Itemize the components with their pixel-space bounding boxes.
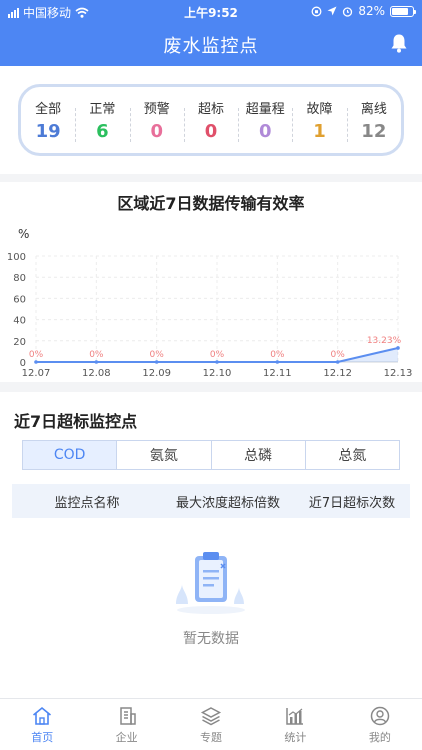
- data-label: 0%: [331, 350, 346, 360]
- data-label: 0%: [29, 350, 44, 360]
- bell-icon[interactable]: [388, 32, 410, 54]
- transmission-chart-card: 区域近7日数据传输有效率 % 0 20 40 60 80 100 12.07 12.08 12.0…: [0, 182, 422, 382]
- y-tick-label: 60: [13, 294, 26, 305]
- data-point: [215, 360, 219, 364]
- y-axis-unit: %: [18, 227, 29, 241]
- stat-value: 6: [96, 121, 109, 142]
- alarm-icon: [343, 6, 353, 17]
- nav-item-topics[interactable]: 专题: [169, 699, 253, 750]
- data-point: [94, 360, 99, 364]
- bottom-navigation: 首页 企业 专题 统计 我的: [0, 698, 422, 750]
- summary-section: 全部 19 正常 6 预警 0 超标 0 超量程 0 故障 1 离线 12: [0, 66, 422, 174]
- stat-value: 12: [361, 121, 387, 142]
- exceed-section: 近7日超标监控点 COD 氨氮 总磷 总氮 监控点名称 最大浓度超标倍数 近7日超标次…: [0, 392, 422, 698]
- tab-pollutant[interactable]: COD: [23, 441, 117, 469]
- data-point: [154, 360, 159, 364]
- data-label: 13.23%: [367, 336, 402, 346]
- empty-text: 暂无数据: [183, 631, 239, 647]
- stat-value: 0: [204, 121, 218, 142]
- data-point: [34, 360, 38, 364]
- nav-item-statistics[interactable]: 统计: [253, 699, 337, 750]
- data-point: [275, 360, 280, 364]
- x-tick-label: 12.08: [82, 368, 111, 379]
- orientation-lock-icon: [311, 6, 322, 16]
- nav-item-mine[interactable]: 我的: [338, 699, 422, 750]
- nav-item-home[interactable]: 首页: [0, 699, 84, 750]
- home-icon: [33, 706, 52, 725]
- building-icon: [119, 706, 136, 725]
- page-title: 废水监控点: [163, 36, 259, 57]
- layers-icon: [200, 706, 222, 725]
- status-summary: 全部 19 正常 6 预警 0 超标 0 超量程 0 故障 1 离线 12: [18, 84, 404, 156]
- data-label: 0%: [150, 350, 165, 360]
- stat-label: 超标: [197, 102, 224, 117]
- nav-item-company[interactable]: 企业: [84, 699, 168, 750]
- x-tick-label: 12.07: [22, 368, 51, 379]
- status-bar: 中国移动 上午9:52 82%: [0, 0, 422, 22]
- empty-clipboard-icon: [176, 552, 245, 614]
- stat-label: 正常: [89, 102, 116, 117]
- stat-item[interactable]: 离线 12: [346, 98, 401, 142]
- x-tick-label: 12.12: [323, 368, 352, 379]
- x-tick-label: 12.11: [263, 368, 292, 379]
- tab-pollutant[interactable]: 总氮: [304, 441, 399, 469]
- chart-icon: [286, 707, 304, 725]
- column-header-count: 近7日超标次数: [308, 495, 396, 511]
- section-title: 近7日超标监控点: [14, 412, 138, 431]
- stat-label: 超量程: [245, 102, 285, 117]
- data-label: 0%: [210, 350, 225, 360]
- nav-label: 首页: [31, 730, 54, 744]
- tab-pollutant[interactable]: 总磷: [210, 441, 305, 469]
- stat-value: 1: [313, 121, 326, 142]
- pollutant-tabs: COD 氨氮 总磷 总氮: [22, 440, 400, 470]
- column-header-name: 监控点名称: [54, 495, 120, 511]
- nav-label: 企业: [115, 730, 138, 744]
- user-icon: [370, 706, 390, 725]
- nav-label: 统计: [284, 730, 307, 744]
- stat-label: 预警: [143, 102, 170, 117]
- column-header-max: 最大浓度超标倍数: [175, 495, 280, 511]
- x-tick-label: 12.09: [142, 368, 171, 379]
- stat-value: 0: [150, 121, 163, 142]
- stat-label: 全部: [35, 102, 62, 117]
- data-label: 0%: [270, 350, 285, 360]
- stat-label: 离线: [360, 102, 387, 117]
- y-tick-label: 20: [13, 337, 26, 348]
- stat-item[interactable]: 超标 0: [183, 98, 238, 142]
- nav-label: 我的: [368, 730, 391, 744]
- transmission-rate-chart: %02040608010012.07 12.08 12.09 12.10 12.11 12…: [7, 227, 413, 379]
- tab-pollutant[interactable]: 氨氮: [116, 441, 211, 469]
- stat-item[interactable]: 超量程 0: [238, 98, 292, 142]
- battery-icon: [390, 5, 416, 17]
- y-tick-label: 80: [13, 273, 26, 284]
- battery-percent: 82%: [358, 4, 385, 18]
- empty-state: 暂无数据: [0, 550, 422, 648]
- stat-item[interactable]: 预警 0: [129, 98, 184, 142]
- stat-item[interactable]: 全部 19: [21, 98, 75, 142]
- data-point: [396, 346, 400, 350]
- table-header: 监控点名称 最大浓度超标倍数 近7日超标次数: [12, 484, 410, 518]
- stat-item[interactable]: 正常 6: [75, 98, 129, 142]
- stat-item[interactable]: 故障 1: [292, 98, 346, 142]
- app-header: 中国移动 上午9:52 82% 废水监控点: [0, 0, 422, 66]
- x-tick-label: 12.10: [203, 368, 232, 379]
- x-tick-label: 12.13: [384, 368, 413, 379]
- y-tick-label: 100: [7, 252, 26, 263]
- location-icon: [327, 6, 337, 16]
- y-tick-label: 40: [13, 316, 26, 327]
- stat-value: 19: [35, 121, 61, 142]
- data-label: 0%: [89, 350, 104, 360]
- stat-value: 0: [259, 121, 272, 142]
- nav-label: 专题: [200, 730, 223, 744]
- stat-label: 故障: [306, 102, 333, 117]
- data-point: [335, 360, 340, 364]
